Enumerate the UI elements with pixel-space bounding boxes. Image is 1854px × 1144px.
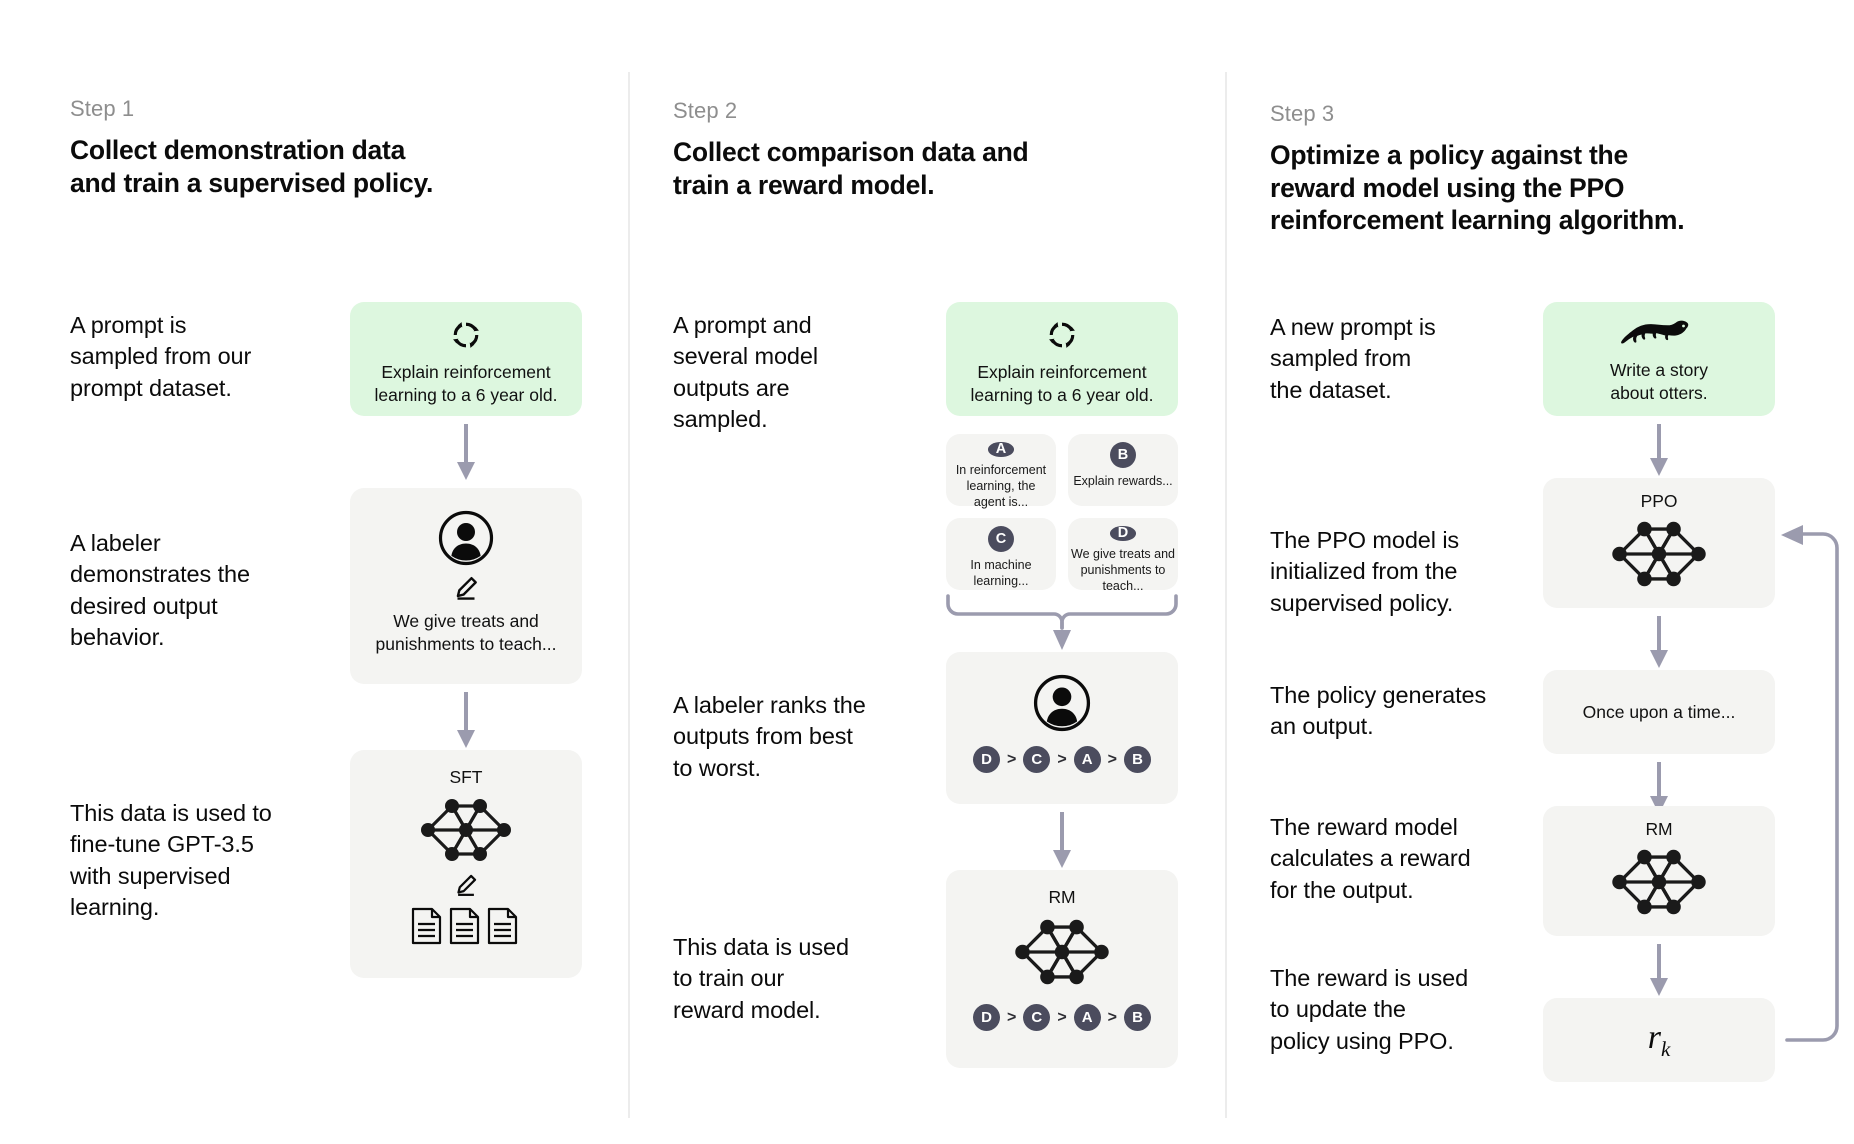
step-2-column: Step 2 Collect comparison data and train… [628,0,1225,1144]
step-1-description-1: A prompt is sampled from our prompt data… [70,312,252,401]
step-2-rm-label: RM [1048,887,1076,907]
step-1-description-2: A labeler demonstrates the desired outpu… [70,530,250,650]
step-2-label: Step 2 [673,98,738,123]
step-3-prompt-text: Write a story about otters. [1610,360,1708,403]
circular-arrows-icon [1045,318,1079,352]
rm-rank-separator-3: > [1107,1008,1118,1026]
neural-network-icon [1008,914,1116,990]
step-2-description-3: This data is used to train our reward mo… [673,934,849,1023]
step-1-arrow-1 [453,424,479,482]
reward-symbol-base: r [1647,1018,1661,1056]
reward-symbol: rk [1648,1019,1671,1062]
rlhf-training-diagram: Step 1 Collect demonstration data and tr… [0,0,1854,1144]
step-1-sft-label: SFT [449,767,483,787]
rank-separator-2: > [1057,750,1067,768]
rm-rank-badge-4: B [1124,1004,1152,1032]
rank-badge-3: A [1073,746,1101,773]
rank-separator-3: > [1107,750,1118,768]
step-2-description-2: A labeler ranks the outputs from best to… [673,692,866,781]
step-3-output-text: Once upon a time... [1582,701,1736,722]
pencil-icon [453,872,479,898]
rm-rank-badge-3: A [1073,1004,1101,1032]
output-letter-badge-d: D [1110,526,1136,541]
rank-badge-1: D [972,746,1000,773]
step-3-rm-label: RM [1645,819,1673,839]
step-2-output-text-b: Explain rewards... [1073,474,1173,488]
step-3-description-5: The reward is used to update the policy … [1270,965,1469,1054]
step-3-reward-card: rk [1543,998,1775,1082]
neural-network-icon [1605,844,1713,920]
step-3-arrow-4 [1646,944,1672,998]
step-3-arrow-1 [1646,424,1672,478]
rm-rank-separator-1: > [1006,1008,1017,1026]
step-1-prompt-card: Explain reinforcement learning to a 6 ye… [350,302,582,416]
rm-rank-separator-2: > [1057,1008,1067,1026]
step-2-title: Collect comparison data and train a rewa… [673,137,1029,200]
step-2-output-card-a: A In reinforcement learning, the agent i… [946,434,1056,509]
step-2-output-card-d: D We give treats and punishments to teac… [1068,518,1178,593]
person-circle-icon [1033,674,1091,732]
rm-rank-badge-2: C [1023,1004,1051,1032]
step-2-prompt-text: Explain reinforcement learning to a 6 ye… [970,362,1154,405]
output-letter-badge-b: B [1110,442,1136,468]
step-1-arrow-2 [453,692,479,750]
step-2-prompt-card: Explain reinforcement learning to a 6 ye… [946,302,1178,416]
step-3-output-card: Once upon a time... [1543,670,1775,754]
step-3-prompt-card: Write a story about otters. [1543,302,1775,416]
step-3-title: Optimize a policy against the reward mod… [1270,140,1685,236]
step-3-rm-card: RM [1543,806,1775,936]
step-1-sft-card: SFT [350,750,582,978]
step-3-column: Step 3 Optimize a policy against the rew… [1225,0,1854,1144]
step-2-output-text-c: In machine learning... [970,558,1032,589]
step-2-arrow-1 [1049,812,1075,870]
step-2-output-card-c: C In machine learning... [946,518,1056,590]
rank-separator-1: > [1006,750,1017,768]
step-1-description-3: This data is used to fine-tune GPT-3.5 w… [70,800,272,920]
step-1-title: Collect demonstration data and train a s… [70,135,434,198]
step-2-rm-ranking-row: D > C > A > B [972,1004,1152,1032]
step-3-description-4: The reward model calculates a reward for… [1270,814,1471,903]
step-2-ranking-row: D > C > A > B [972,746,1152,773]
rm-rank-badge-1: D [972,1004,1000,1032]
rank-badge-4: B [1124,746,1152,773]
step-3-label: Step 3 [1270,101,1335,126]
step-3-description-1: A new prompt is sampled from the dataset… [1270,314,1436,403]
neural-network-icon [1605,516,1713,592]
step-3-description-2: The PPO model is initialized from the su… [1270,527,1460,616]
person-circle-icon [438,510,494,566]
circular-arrows-icon [449,318,483,352]
pencil-icon [452,574,480,602]
step-1-label: Step 1 [70,96,135,121]
output-letter-badge-a: A [988,442,1014,457]
documents-icon [410,906,522,946]
rank-badge-2: C [1023,746,1051,773]
step-1-labeler-card: We give treats and punishments to teach.… [350,488,582,684]
step-2-converge-brace [946,592,1178,659]
output-letter-badge-c: C [988,526,1014,552]
step-3-ppo-label: PPO [1640,491,1678,511]
step-1-prompt-text: Explain reinforcement learning to a 6 ye… [374,362,558,405]
step-1-labeler-text: We give treats and punishments to teach.… [375,611,557,654]
ppo-feedback-loop-arrow [1765,520,1854,1050]
step-1-column: Step 1 Collect demonstration data and tr… [0,0,628,1144]
step-2-output-text-a: In reinforcement learning, the agent is.… [955,462,1047,510]
step-2-rm-card: RM D > C > A > B [946,870,1178,1068]
step-2-output-text-d: We give treats and punishments to teach.… [1071,546,1175,594]
reward-symbol-subscript: k [1660,1036,1671,1061]
step-2-output-card-b: B Explain rewards... [1068,434,1178,506]
step-3-arrow-2 [1646,616,1672,670]
neural-network-icon [414,794,518,866]
step-2-description-1: A prompt and several model outputs are s… [673,312,818,432]
otter-icon [1621,316,1697,350]
step-3-ppo-card: PPO [1543,478,1775,608]
step-3-description-3: The policy generates an output. [1270,682,1487,740]
step-2-ranking-card: D > C > A > B [946,652,1178,804]
